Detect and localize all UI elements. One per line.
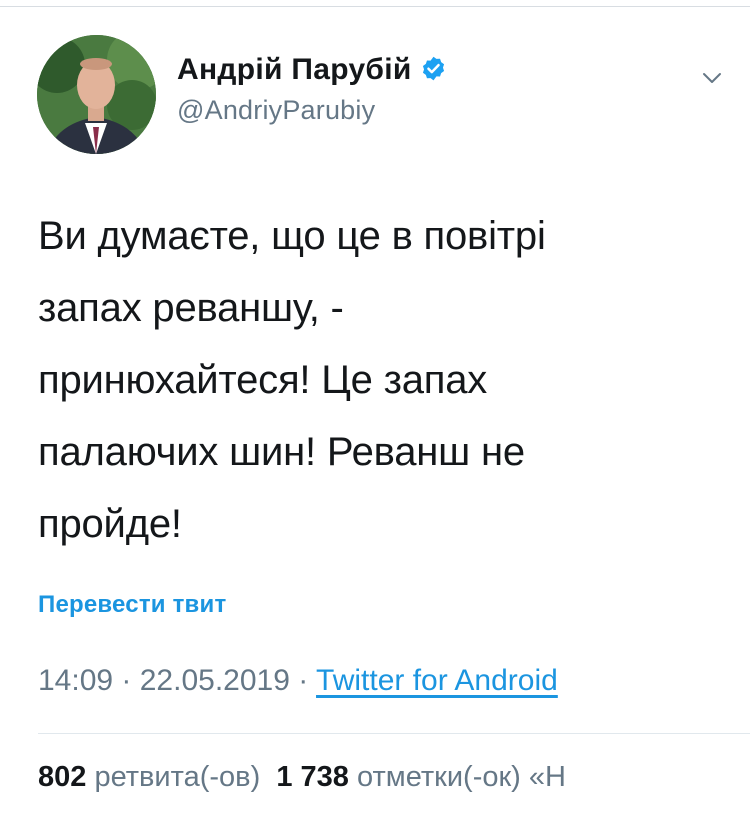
tweet-stats: 802 ретвита(-ов) 1 738 отметки(-ок) «Н <box>38 761 566 794</box>
meta-separator: · <box>289 664 317 697</box>
translate-tweet-link[interactable]: Перевести твит <box>38 591 226 619</box>
retweets-label: ретвита(-ов) <box>94 761 261 793</box>
verified-badge-icon <box>420 55 447 82</box>
tweet-metadata: 14:09 · 22.05.2019 · Twitter for Android <box>38 664 558 698</box>
display-name[interactable]: Андрій Парубій <box>177 53 412 87</box>
avatar-photo <box>37 35 156 154</box>
tweet-text: Ви думаєте, що це в повітрі запах реванш… <box>38 214 546 546</box>
tweet-source-link[interactable]: Twitter for Android <box>316 664 558 697</box>
likes-stat[interactable]: 1 738 отметки(-ок) «Н <box>276 761 566 793</box>
handle[interactable]: @AndriyParubiy <box>177 93 447 127</box>
likes-count: 1 738 <box>276 761 349 793</box>
author-info: Андрій Парубій @AndriyParubiy <box>177 53 447 127</box>
stats-divider <box>38 733 750 734</box>
chevron-down-icon[interactable] <box>697 63 727 93</box>
retweets-count: 802 <box>38 761 87 793</box>
tweet-header: Андрій Парубій @AndriyParubiy <box>37 35 727 155</box>
tweet-date: 22.05.2019 <box>139 664 290 697</box>
likes-label: отметки(-ок) «Н <box>357 761 566 793</box>
meta-separator: · <box>113 664 140 697</box>
top-divider <box>0 0 750 7</box>
tweet-time: 14:09 <box>38 664 114 697</box>
avatar[interactable] <box>37 35 156 154</box>
retweets-stat[interactable]: 802 ретвита(-ов) <box>38 761 260 793</box>
